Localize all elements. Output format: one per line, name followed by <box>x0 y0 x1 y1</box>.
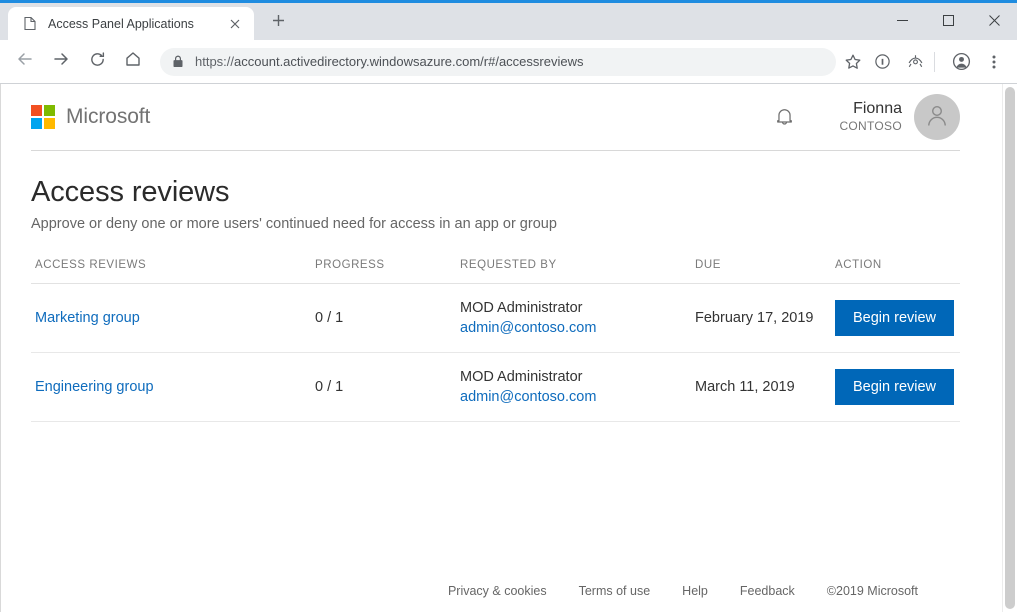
column-header-requested-by: REQUESTED BY <box>456 259 691 284</box>
review-name-link[interactable]: Engineering group <box>35 379 154 395</box>
minimize-icon <box>897 13 908 31</box>
page-viewport: Microsoft Fionna CONTOSO <box>0 84 1017 612</box>
begin-review-button[interactable]: Begin review <box>835 369 954 405</box>
column-header-action: ACTION <box>831 259 960 284</box>
bell-icon[interactable] <box>769 102 799 132</box>
home-icon <box>124 50 142 73</box>
site-header: Microsoft Fionna CONTOSO <box>9 84 1002 150</box>
review-due-date: March 11, 2019 <box>695 379 795 395</box>
browser-toolbar: https://account.activedirectory.windowsa… <box>0 40 1017 84</box>
page-title: Access reviews <box>31 175 960 209</box>
review-action-cell: Begin review <box>831 353 960 422</box>
url-rest: account.activedirectory.windowsazure.com… <box>234 54 583 69</box>
table-row: Engineering group 0 / 1 MOD Administrato… <box>31 353 960 422</box>
person-avatar-icon <box>924 102 950 133</box>
home-button[interactable] <box>118 47 148 77</box>
review-progress-cell: 0 / 1 <box>311 353 456 422</box>
requester-email-link[interactable]: admin@contoso.com <box>460 320 596 336</box>
logo-square-red <box>31 105 42 116</box>
microsoft-wordmark: Microsoft <box>66 105 150 129</box>
window-minimize-button[interactable] <box>879 6 925 38</box>
review-name-cell: Engineering group <box>31 353 311 422</box>
new-tab-button[interactable] <box>264 9 292 37</box>
profile-icon[interactable] <box>948 49 974 75</box>
page-icon <box>22 16 38 32</box>
star-icon[interactable] <box>844 53 862 71</box>
forward-button[interactable] <box>46 47 76 77</box>
close-icon <box>989 13 1000 31</box>
footer-link-terms-of-use[interactable]: Terms of use <box>579 584 651 598</box>
review-action-cell: Begin review <box>831 284 960 353</box>
browser-window: Access Panel Applications <box>0 0 1017 612</box>
user-text: Fionna CONTOSO <box>839 100 902 134</box>
page-footer: Privacy & cookies Terms of use Help Feed… <box>31 584 960 612</box>
review-name-cell: Marketing group <box>31 284 311 353</box>
info-circle-icon[interactable] <box>869 49 895 75</box>
url-text: https://account.activedirectory.windowsa… <box>195 54 824 69</box>
review-due-cell: March 11, 2019 <box>691 353 831 422</box>
column-header-due: DUE <box>691 259 831 284</box>
plus-icon <box>272 14 285 32</box>
footer-link-feedback[interactable]: Feedback <box>740 584 795 598</box>
tab-close-icon[interactable] <box>226 15 244 33</box>
header-right-group: Fionna CONTOSO <box>769 94 960 140</box>
review-due-cell: February 17, 2019 <box>691 284 831 353</box>
scrollbar-thumb[interactable] <box>1005 87 1015 609</box>
arrow-right-icon <box>52 50 70 73</box>
window-controls <box>879 3 1017 40</box>
user-name: Fionna <box>839 100 902 118</box>
requester-name: MOD Administrator <box>460 298 691 318</box>
microsoft-logo[interactable]: Microsoft <box>31 105 150 129</box>
back-button[interactable] <box>10 47 40 77</box>
logo-square-blue <box>31 118 42 129</box>
microsoft-squares-icon <box>31 105 55 129</box>
user-account-button[interactable]: Fionna CONTOSO <box>839 94 960 140</box>
logo-square-green <box>44 105 55 116</box>
page-subtitle: Approve or deny one or more users' conti… <box>31 215 960 234</box>
footer-link-help[interactable]: Help <box>682 584 708 598</box>
url-scheme: https:// <box>195 54 234 69</box>
review-progress-cell: 0 / 1 <box>311 284 456 353</box>
user-tenant: CONTOSO <box>839 118 902 134</box>
requester-email-link[interactable]: admin@contoso.com <box>460 389 596 405</box>
review-requested-by-cell: MOD Administrator admin@contoso.com <box>456 353 691 422</box>
toolbar-divider <box>934 52 935 72</box>
browser-tab-access-panel-applications[interactable]: Access Panel Applications <box>8 7 254 40</box>
column-header-progress: PROGRESS <box>311 259 456 284</box>
review-progress: 0 / 1 <box>315 310 343 326</box>
tab-title: Access Panel Applications <box>48 17 226 31</box>
column-header-access-reviews: ACCESS REVIEWS <box>31 259 311 284</box>
review-progress: 0 / 1 <box>315 379 343 395</box>
review-requested-by-cell: MOD Administrator admin@contoso.com <box>456 284 691 353</box>
avatar[interactable] <box>914 94 960 140</box>
arrow-left-icon <box>16 50 34 73</box>
review-name-link[interactable]: Marketing group <box>35 310 140 326</box>
window-maximize-button[interactable] <box>925 6 971 38</box>
begin-review-button[interactable]: Begin review <box>835 300 954 336</box>
review-due-date: February 17, 2019 <box>695 310 814 326</box>
table-body: Marketing group 0 / 1 MOD Administrator … <box>31 284 960 422</box>
reload-icon <box>89 51 106 73</box>
footer-copyright: ©2019 Microsoft <box>827 584 918 598</box>
reload-button[interactable] <box>82 47 112 77</box>
table-row: Marketing group 0 / 1 MOD Administrator … <box>31 284 960 353</box>
access-reviews-table: ACCESS REVIEWS PROGRESS REQUESTED BY DUE… <box>31 259 960 422</box>
logo-square-yellow <box>44 118 55 129</box>
window-close-button[interactable] <box>971 6 1017 38</box>
requester-name: MOD Administrator <box>460 367 691 387</box>
address-bar[interactable]: https://account.activedirectory.windowsa… <box>160 48 836 76</box>
maximize-icon <box>943 13 954 31</box>
tab-strip: Access Panel Applications <box>0 3 1017 40</box>
main-content: Access reviews Approve or deny one or mo… <box>9 151 1002 612</box>
table-header: ACCESS REVIEWS PROGRESS REQUESTED BY DUE… <box>31 259 960 284</box>
access-reviews-page: Microsoft Fionna CONTOSO <box>1 84 1002 612</box>
table-header-row: ACCESS REVIEWS PROGRESS REQUESTED BY DUE… <box>31 259 960 284</box>
lock-icon <box>172 55 186 69</box>
eye-tracker-icon[interactable] <box>902 49 928 75</box>
page-scrollbar[interactable] <box>1002 84 1017 612</box>
footer-link-privacy-cookies[interactable]: Privacy & cookies <box>448 584 547 598</box>
kebab-menu-icon[interactable] <box>981 49 1007 75</box>
